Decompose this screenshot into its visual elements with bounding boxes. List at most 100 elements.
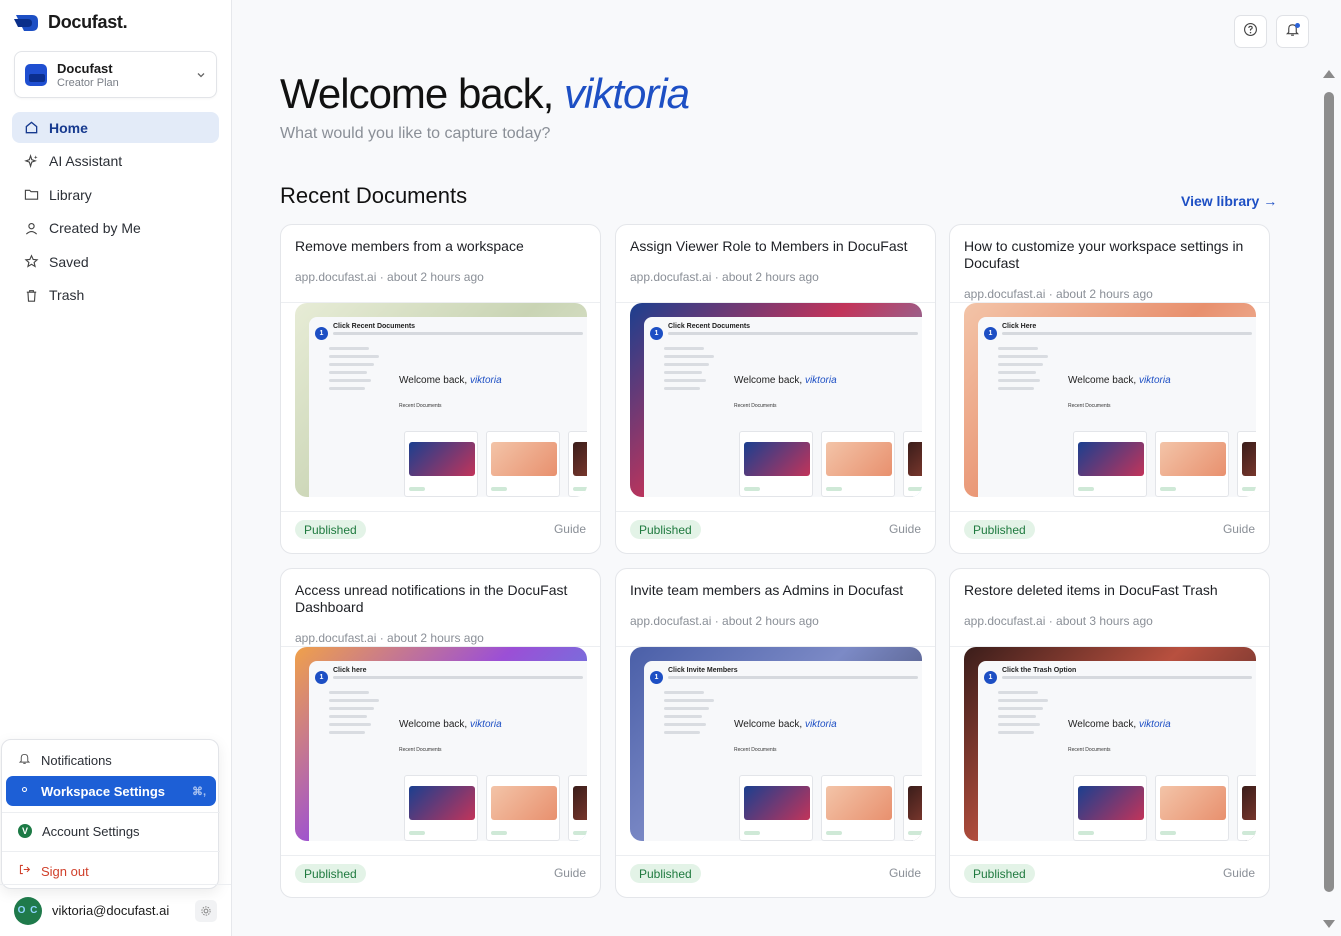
document-meta: app.docufast.ai · about 2 hours ago [295, 270, 484, 284]
sign-out-icon [18, 863, 31, 879]
scroll-up-arrow-icon[interactable] [1323, 70, 1335, 78]
menu-item-sign-out[interactable]: Sign out [6, 856, 216, 886]
thumbnail-welcome: Welcome back, viktoria [399, 375, 502, 386]
sidebar-item-library[interactable]: Library [12, 179, 219, 210]
thumbnail-mini-card [404, 431, 478, 497]
document-meta: app.docufast.ai · about 2 hours ago [630, 614, 819, 628]
thumbnail-welcome: Welcome back, viktoria [1068, 375, 1171, 386]
thumbnail-mini-card [821, 775, 895, 841]
menu-item-notifications[interactable]: Notifications [6, 745, 216, 775]
workspace-switcher[interactable]: Docufast Creator Plan [14, 51, 217, 98]
document-title: Restore deleted items in DocuFast Trash [964, 582, 1218, 598]
account-avatar-icon: V [18, 824, 32, 838]
user-menu-popover: Notifications Workspace Settings ⌘, V Ac… [1, 739, 220, 889]
star-icon [24, 254, 39, 269]
user-icon [24, 221, 39, 236]
document-title: Access unread notifications in the DocuF… [295, 582, 568, 615]
document-card[interactable]: Restore deleted items in DocuFast Trash a… [949, 568, 1270, 898]
document-card[interactable]: Access unread notifications in the DocuF… [280, 568, 601, 898]
document-title: Invite team members as Admins in Docufas… [630, 582, 904, 598]
document-card[interactable]: How to customize your workspace settings… [949, 224, 1270, 554]
thumbnail-step-title: Click here [333, 667, 367, 674]
brand-name: Docufast. [48, 12, 128, 32]
step-number: 1 [315, 671, 328, 684]
trash-icon [24, 288, 39, 303]
document-thumbnail: 1 Click the Trash Option Welcome back, vik… [964, 647, 1256, 841]
sidebar-item-label: Library [49, 186, 92, 203]
step-number: 1 [315, 327, 328, 340]
page-subtitle: What would you like to capture today? [280, 125, 551, 142]
sidebar: Docufast. Docufast Creator Plan Home AI … [0, 0, 232, 936]
view-library-link[interactable]: View library → [1181, 193, 1277, 209]
sidebar-item-label: Home [49, 119, 88, 136]
thumbnail-section: Recent Documents [1068, 747, 1111, 753]
user-profile[interactable]: O C viktoria@docufast.ai [0, 884, 231, 936]
document-type: Guide [1222, 522, 1255, 536]
thumbnail-mini-card [1237, 431, 1256, 497]
document-card[interactable]: Invite team members as Admins in Docufas… [615, 568, 936, 898]
workspace-plan: Creator Plan [57, 76, 119, 89]
thumbnail-step-title: Click Recent Documents [333, 323, 416, 330]
scrollbar[interactable] [1322, 70, 1336, 936]
document-thumbnail: 1 Click here Welcome back, viktoria Recent … [295, 647, 587, 841]
sidebar-item-created-by-me[interactable]: Created by Me [12, 213, 219, 244]
thumbnail-step-title: Click Invite Members [668, 667, 738, 674]
thumbnail-mini-card [821, 431, 895, 497]
document-title: Remove members from a workspace [295, 238, 524, 254]
step-number: 1 [650, 671, 663, 684]
document-type: Guide [1222, 866, 1255, 880]
document-type: Guide [553, 866, 586, 880]
thumbnail-mini-card [903, 775, 922, 841]
sidebar-item-saved[interactable]: Saved [12, 246, 219, 277]
sidebar-item-label: Trash [49, 287, 85, 304]
settings-icon [18, 783, 31, 799]
menu-item-account-settings[interactable]: V Account Settings [6, 816, 216, 846]
bell-icon [18, 752, 31, 768]
thumbnail-section: Recent Documents [734, 747, 777, 753]
menu-item-workspace-settings[interactable]: Workspace Settings ⌘, [6, 776, 216, 806]
document-card[interactable]: Remove members from a workspace app.docuf… [280, 224, 601, 554]
thumbnail-welcome: Welcome back, viktoria [399, 719, 502, 730]
sidebar-item-label: Created by Me [49, 220, 141, 237]
sidebar-item-trash[interactable]: Trash [12, 280, 219, 311]
thumbnail-mini-card [486, 775, 560, 841]
status-badge: Published [630, 520, 701, 539]
scrollbar-thumb[interactable] [1324, 92, 1334, 892]
sidebar-item-ai-assistant[interactable]: AI Assistant [12, 146, 219, 177]
workspace-logo-icon [25, 63, 47, 86]
document-type: Guide [553, 522, 586, 536]
step-number: 1 [984, 327, 997, 340]
thumbnail-mini-card [1073, 775, 1147, 841]
document-thumbnail: 1 Click Invite Members Welcome back, vikto… [630, 647, 922, 841]
step-number: 1 [650, 327, 663, 340]
thumbnail-welcome: Welcome back, viktoria [734, 719, 837, 730]
thumbnail-mini-card [739, 431, 813, 497]
sidebar-item-label: Saved [49, 253, 89, 270]
sidebar-item-label: AI Assistant [49, 153, 123, 170]
thumbnail-section: Recent Documents [399, 747, 442, 753]
thumbnail-welcome: Welcome back, viktoria [1068, 719, 1171, 730]
scroll-down-arrow-icon[interactable] [1323, 920, 1335, 928]
document-card[interactable]: Assign Viewer Role to Members in DocuFas… [615, 224, 936, 554]
sidebar-item-home[interactable]: Home [12, 112, 219, 143]
help-button[interactable] [1234, 15, 1267, 48]
menu-divider [2, 812, 220, 813]
brand[interactable]: Docufast. [14, 12, 128, 33]
status-badge: Published [964, 864, 1035, 883]
thumbnail-mini-card [568, 431, 587, 497]
user-email: viktoria@docufast.ai [52, 903, 170, 918]
step-number: 1 [984, 671, 997, 684]
gear-icon[interactable] [195, 899, 217, 922]
status-badge: Published [964, 520, 1035, 539]
menu-divider [2, 851, 220, 852]
user-name: viktoria [564, 70, 690, 117]
help-icon [1243, 22, 1258, 42]
notifications-button[interactable] [1276, 15, 1309, 48]
section-title: Recent Documents [280, 183, 468, 208]
thumbnail-mini-card [739, 775, 813, 841]
status-badge: Published [295, 864, 366, 883]
document-thumbnail: 1 Click Here Welcome back, viktoria Recent … [964, 303, 1256, 497]
card-divider [281, 511, 600, 512]
keyboard-shortcut: ⌘, [191, 785, 206, 798]
workspace-name: Docufast [57, 60, 113, 76]
